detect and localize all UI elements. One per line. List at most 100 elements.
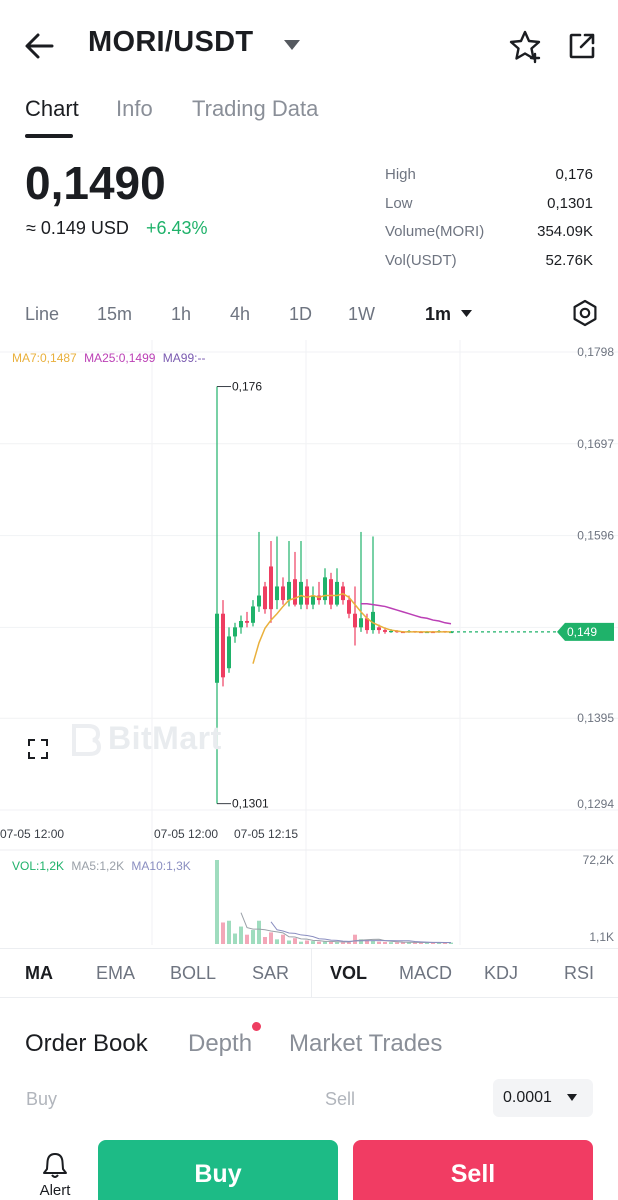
volume-bar bbox=[263, 937, 267, 944]
volume-bar bbox=[341, 942, 345, 944]
volume-bar bbox=[353, 934, 357, 944]
candle-body bbox=[227, 636, 231, 669]
stat-volume-usdt: Vol(USDT) 52.76K bbox=[385, 252, 593, 281]
volume-bar bbox=[305, 940, 309, 944]
candle-body bbox=[287, 581, 291, 601]
interval-15m[interactable]: 15m bbox=[97, 304, 132, 325]
volume-bar bbox=[401, 942, 405, 944]
volume-bar bbox=[257, 920, 261, 944]
indicator-ma[interactable]: MA bbox=[25, 963, 53, 984]
stat-label: High bbox=[385, 166, 416, 183]
price-axis-tick: 0,1697 bbox=[577, 437, 614, 451]
volume-bar bbox=[311, 941, 315, 944]
candle-body bbox=[239, 620, 243, 628]
sell-button[interactable]: Sell bbox=[353, 1140, 593, 1200]
candle-body bbox=[251, 606, 255, 623]
vol-ma10-legend: MA10:1,3K bbox=[131, 859, 191, 873]
interval-1h[interactable]: 1h bbox=[171, 304, 191, 325]
candle-body bbox=[299, 581, 303, 605]
kline-chart[interactable]: 0,1798 0,1697 0,1596 0,1395 0,1294 07-05 12:0… bbox=[0, 340, 618, 950]
volume-bar bbox=[233, 933, 237, 944]
orderbook-sell-header: Sell bbox=[325, 1089, 356, 1109]
candle-body bbox=[293, 579, 297, 605]
main-tabs: Chart Info Trading Data bbox=[0, 90, 618, 140]
indicator-rsi[interactable]: RSI bbox=[564, 963, 594, 984]
stat-label: Volume(MORI) bbox=[385, 223, 485, 241]
time-axis-tick: 07-05 12:15 bbox=[234, 827, 298, 841]
tab-depth[interactable]: Depth bbox=[188, 1030, 252, 1058]
volume-bar bbox=[383, 941, 387, 944]
indicator-boll[interactable]: BOLL bbox=[170, 963, 216, 984]
vol-ma5-legend: MA5:1,2K bbox=[71, 859, 125, 873]
indicator-macd[interactable]: MACD bbox=[399, 963, 452, 984]
last-price: 0,1490 bbox=[25, 157, 166, 209]
volume-bar bbox=[239, 926, 243, 944]
chart-settings-icon[interactable] bbox=[570, 298, 600, 328]
candle-body bbox=[221, 613, 225, 678]
interval-4h[interactable]: 4h bbox=[230, 304, 250, 325]
volume-bar bbox=[395, 942, 399, 944]
interval-selector: Line 15m 1h 4h 1D 1W 1m bbox=[0, 296, 618, 332]
interval-1d[interactable]: 1D bbox=[289, 304, 312, 325]
volume-bar bbox=[245, 934, 249, 944]
price-axis-tick: 0,1294 bbox=[577, 797, 614, 811]
precision-select[interactable]: 0.0001 bbox=[493, 1079, 593, 1117]
active-tab-indicator bbox=[25, 134, 73, 138]
candle-body bbox=[353, 613, 357, 628]
volume-bar bbox=[293, 938, 297, 944]
tab-trading-data[interactable]: Trading Data bbox=[192, 96, 318, 122]
price-change: +6.43% bbox=[146, 218, 208, 238]
star-plus-icon[interactable] bbox=[508, 28, 544, 64]
interval-selected[interactable]: 1m bbox=[425, 304, 451, 325]
candle-body bbox=[281, 586, 285, 601]
volume-bar bbox=[377, 941, 381, 944]
tab-market-trades[interactable]: Market Trades bbox=[289, 1030, 442, 1058]
candle-body bbox=[269, 566, 273, 610]
volume-bar bbox=[299, 941, 303, 944]
dropdown-caret-icon[interactable] bbox=[282, 38, 302, 52]
candle-body bbox=[233, 627, 237, 637]
indicator-kdj[interactable]: KDJ bbox=[484, 963, 518, 984]
tab-info[interactable]: Info bbox=[116, 96, 153, 122]
low-marker-label: 0,1301 bbox=[232, 797, 269, 811]
alert-label: Alert bbox=[39, 1182, 71, 1199]
candle-body bbox=[335, 581, 339, 605]
candle-body bbox=[305, 586, 309, 605]
indicator-vol[interactable]: VOL bbox=[330, 963, 367, 984]
indicator-ema[interactable]: EMA bbox=[96, 963, 135, 984]
back-arrow-icon[interactable] bbox=[22, 28, 58, 64]
stat-label: Low bbox=[385, 194, 413, 212]
candle-body bbox=[275, 586, 279, 601]
tab-order-book[interactable]: Order Book bbox=[25, 1030, 148, 1058]
fullscreen-expand-icon[interactable] bbox=[26, 737, 50, 761]
candle-body bbox=[257, 595, 261, 607]
price-axis-tick: 0,1798 bbox=[577, 345, 614, 359]
volume-legend: VOL:1,2K MA5:1,2K MA10:1,3K bbox=[12, 859, 195, 873]
volume-bar bbox=[335, 942, 339, 944]
volume-bar bbox=[389, 942, 393, 944]
indicator-sar[interactable]: SAR bbox=[252, 963, 289, 984]
candle-body bbox=[245, 620, 249, 623]
alert-button[interactable]: Alert bbox=[30, 1148, 80, 1200]
share-external-icon[interactable] bbox=[566, 30, 598, 62]
candle-body bbox=[263, 586, 267, 610]
candle-body bbox=[383, 630, 387, 632]
volume-bar bbox=[227, 920, 231, 944]
stat-label: Vol(USDT) bbox=[385, 251, 457, 269]
volume-axis-tick: 1,1K bbox=[589, 930, 614, 944]
indicator-bar: MA EMA BOLL SAR VOL MACD KDJ RSI bbox=[0, 948, 618, 998]
interval-line[interactable]: Line bbox=[25, 304, 59, 325]
high-marker-label: 0,176 bbox=[232, 380, 262, 394]
usd-equivalent: ≈ 0.149 USD bbox=[26, 218, 129, 238]
buy-button[interactable]: Buy bbox=[98, 1140, 338, 1200]
interval-1w[interactable]: 1W bbox=[348, 304, 375, 325]
stat-low: Low 0,1301 bbox=[385, 195, 593, 224]
volume-bar bbox=[221, 922, 225, 944]
ma-legend: MA7:0,1487 MA25:0,1499 MA99:-- bbox=[12, 351, 209, 365]
volume-bar bbox=[215, 860, 219, 944]
interval-caret-icon[interactable] bbox=[461, 310, 472, 317]
pair-title[interactable]: MORI/USDT bbox=[88, 26, 253, 59]
tab-chart[interactable]: Chart bbox=[25, 96, 79, 122]
volume-bar bbox=[287, 940, 291, 944]
stat-value: 52.76K bbox=[545, 251, 593, 269]
